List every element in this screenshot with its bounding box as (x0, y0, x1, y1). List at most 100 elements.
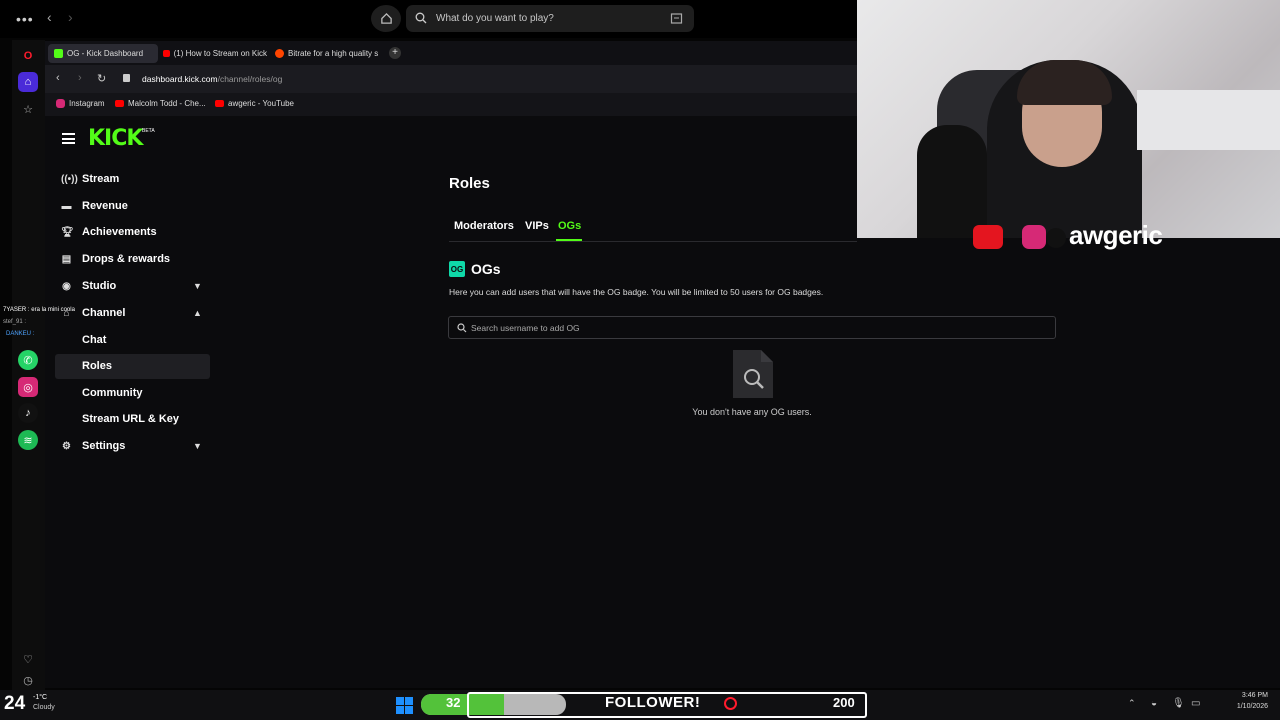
tab-how-to-stream[interactable]: (1) How to Stream on Kick (157, 44, 267, 63)
tab-ogs[interactable]: OGs (558, 220, 581, 232)
sidebar-item-label: Drops & rewards (82, 253, 171, 265)
menu-icon[interactable] (62, 133, 75, 144)
spotify-icon[interactable]: ≋ (18, 430, 38, 450)
network-icon[interactable]: ◒ (1151, 698, 1157, 709)
windows-start-icon[interactable] (396, 697, 413, 714)
sidebar-item-label: Channel (82, 307, 126, 319)
tab-og-kick-dashboard[interactable]: OG - Kick Dashboard (48, 44, 158, 63)
tiktok-overlay-icon (1046, 228, 1066, 248)
reload-icon[interactable]: ↻ (97, 72, 106, 85)
opera-icon[interactable]: O (18, 46, 38, 66)
tray-chevron-icon[interactable]: ⌃ (1128, 698, 1136, 709)
wallet-icon: ▬ (61, 200, 72, 212)
back-arrow-icon[interactable]: ‹ (47, 9, 52, 25)
youtube-icon (215, 100, 224, 107)
back-icon[interactable]: ‹ (56, 72, 60, 84)
home-button[interactable] (371, 5, 401, 32)
browser-sidebar: O ⌂ ☆ ✆ ◎ ♪ ≋ ♡ ◷ (12, 40, 45, 690)
selected-item-highlight (55, 354, 210, 379)
empty-state-icon (733, 350, 773, 398)
beta-badge: BETA (142, 128, 155, 134)
opera-taskbar-icon[interactable] (724, 697, 737, 710)
webcam-overlay (857, 0, 1280, 238)
sidebar-item-stream[interactable]: ((•)) Stream (61, 173, 119, 185)
weather-desc[interactable]: Cloudy (33, 704, 55, 711)
sidebar-item-label: Achievements (82, 226, 157, 238)
chevron-down-icon[interactable]: ▼ (193, 281, 202, 291)
instagram-overlay-icon (1022, 225, 1046, 249)
gear-icon: ⚙ (62, 440, 71, 452)
weather-temp: -1°C (33, 694, 48, 701)
sidebar-item-drops-rewards[interactable]: ▤ Drops & rewards (61, 253, 170, 265)
reddit-icon (275, 49, 284, 58)
tabs-divider (449, 241, 857, 242)
sidebar-item-label: Stream (82, 173, 120, 185)
clock-time[interactable]: 3:46 PM (1224, 692, 1268, 699)
clock-date[interactable]: 1/10/2026 (1224, 703, 1268, 710)
section-description: Here you can add users that will have th… (449, 287, 824, 297)
sidebar-item-settings[interactable]: ⚙ Settings (61, 440, 125, 452)
active-tab-indicator (556, 239, 582, 241)
webcam-hair (1017, 60, 1112, 105)
tab-label: Bitrate for a high quality s (288, 49, 379, 58)
chevron-down-icon[interactable]: ▼ (193, 441, 202, 451)
instagram-icon[interactable]: ◎ (18, 377, 38, 397)
og-search-input[interactable]: Search username to add OG (448, 316, 1056, 339)
browse-icon[interactable] (670, 12, 683, 25)
goal-current: 32 (446, 695, 461, 710)
tab-bitrate[interactable]: Bitrate for a high quality s (269, 44, 381, 63)
sidebar-subitem-chat[interactable]: Chat (82, 334, 106, 346)
sidebar-item-label: Studio (82, 280, 117, 292)
sidebar-item-studio[interactable]: ◉ Studio (61, 280, 116, 292)
search-icon (415, 12, 427, 24)
weather-temp-large: 24 (4, 693, 26, 714)
kick-icon (54, 49, 63, 58)
star-icon[interactable]: ☆ (18, 99, 38, 119)
bookmark-label: Malcolm Todd - Che... (128, 99, 206, 108)
heart-icon[interactable]: ♡ (18, 649, 38, 669)
youtube-icon (115, 100, 124, 107)
search-icon (457, 323, 467, 333)
url-path: /channel/roles/og (217, 74, 283, 84)
bookmark-malcolm-todd[interactable]: Malcolm Todd - Che... (115, 99, 206, 108)
chevron-up-icon[interactable]: ▲ (193, 308, 202, 318)
tiktok-icon[interactable]: ♪ (18, 403, 38, 423)
forward-icon[interactable]: › (78, 72, 82, 84)
sidebar-item-revenue[interactable]: ▬ Revenue (61, 200, 128, 212)
sidebar-item-label: Settings (82, 440, 126, 452)
whatsapp-icon[interactable]: ✆ (18, 350, 38, 370)
new-tab-button[interactable]: + (389, 47, 401, 59)
app-search-placeholder: What do you want to play? (436, 13, 554, 24)
tab-vips[interactable]: VIPs (525, 220, 549, 232)
more-options-icon[interactable]: ••• (16, 11, 34, 27)
bookmark-instagram[interactable]: Instagram (56, 99, 105, 108)
home-rail-icon[interactable]: ⌂ (18, 72, 38, 92)
sidebar-subitem-stream-url-key[interactable]: Stream URL & Key (82, 413, 179, 425)
forward-arrow-icon[interactable]: › (68, 9, 73, 25)
tab-label: (1) How to Stream on Kick (173, 49, 267, 58)
url-field[interactable]: dashboard.kick.com/channel/roles/og (142, 74, 282, 84)
bookmark-awgeric-youtube[interactable]: awgeric - YouTube (215, 99, 294, 108)
studio-icon: ◉ (62, 280, 71, 292)
sidebar-item-achievements[interactable]: 🏆︎ Achievements (61, 226, 157, 238)
webcam-figure-arm (917, 125, 987, 238)
kick-logo[interactable]: KICK (88, 126, 143, 151)
sidebar-subitem-roles[interactable]: Roles (82, 360, 112, 372)
sidebar-subitem-community[interactable]: Community (82, 387, 143, 399)
page-title: Roles (449, 175, 490, 192)
tab-strip: OG - Kick Dashboard (1) How to Stream on… (45, 41, 857, 65)
bookmark-label: awgeric - YouTube (228, 99, 294, 108)
microphone-icon[interactable]: 🎙︎ (1172, 698, 1185, 709)
tab-moderators[interactable]: Moderators (454, 220, 514, 232)
display-icon[interactable]: ▭ (1191, 698, 1200, 709)
chat-overlay-line: stef_91 : (3, 319, 27, 325)
home-icon (380, 12, 392, 24)
empty-state-text: You don't have any OG users. (692, 407, 812, 417)
address-bar: ‹ › ↻ dashboard.kick.com/channel/roles/o… (45, 65, 857, 93)
webcam-bed (1137, 90, 1280, 150)
history-icon[interactable]: ◷ (18, 670, 38, 690)
channel-name-overlay: awgeric (1069, 220, 1163, 250)
trophy-icon: 🏆︎ (61, 226, 74, 238)
app-search-input[interactable]: What do you want to play? (406, 5, 694, 32)
bookmarks-bar: Instagram Malcolm Todd - Che... awgeric … (45, 93, 857, 116)
